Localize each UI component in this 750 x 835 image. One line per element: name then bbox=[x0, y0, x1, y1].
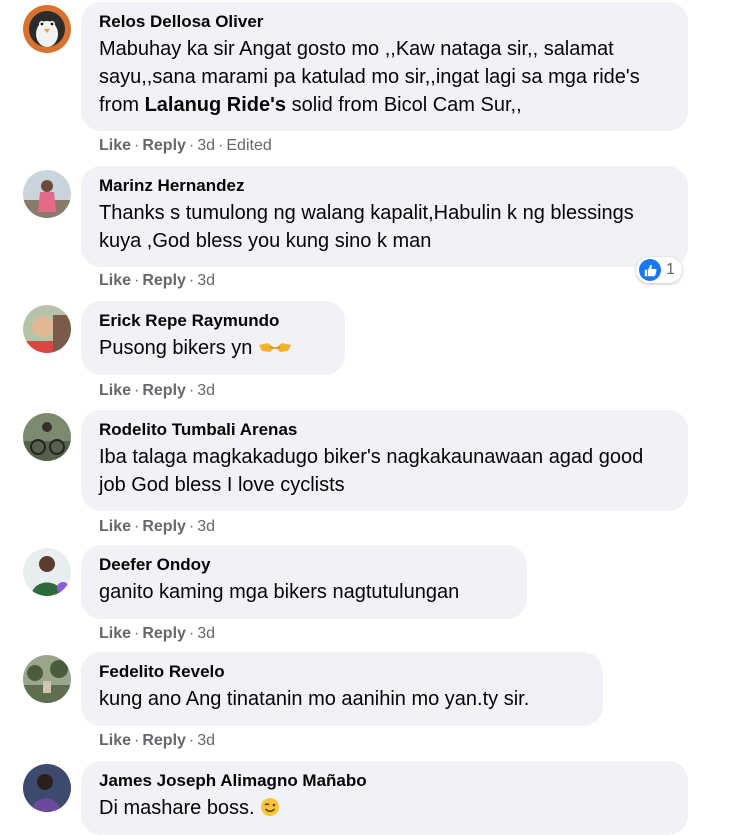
comment-bubble: Relos Dellosa Oliver Mabuhay ka sir Anga… bbox=[81, 2, 688, 131]
reaction-count: 1 bbox=[666, 261, 675, 278]
comment-actions: Like · Reply · 3d · Edited bbox=[99, 137, 272, 154]
avatar[interactable] bbox=[23, 170, 71, 218]
like-button[interactable]: Like bbox=[99, 625, 131, 642]
mentioned-page[interactable]: Lalanug Ride's bbox=[145, 94, 286, 116]
comment-text: Iba talaga magkakadugo biker's nagkakaun… bbox=[99, 446, 644, 496]
avatar[interactable] bbox=[23, 305, 71, 353]
comment-author[interactable]: Rodelito Tumbali Arenas bbox=[99, 420, 670, 440]
comment-author[interactable]: Deefer Ondoy bbox=[99, 555, 509, 575]
reaction-summary[interactable]: 1 bbox=[636, 257, 682, 283]
reply-button[interactable]: Reply bbox=[142, 518, 186, 535]
like-button[interactable]: Like bbox=[99, 272, 131, 289]
comment-bubble: Fedelito Revelo kung ano Ang tinatanin m… bbox=[81, 652, 603, 726]
comment-bubble: Marinz Hernandez Thanks s tumulong ng wa… bbox=[81, 166, 688, 267]
comment-author[interactable]: James Joseph Alimagno Mañabo bbox=[99, 771, 670, 791]
timestamp[interactable]: 3d bbox=[197, 137, 215, 154]
comment-author[interactable]: Marinz Hernandez bbox=[99, 176, 670, 196]
avatar[interactable] bbox=[23, 548, 71, 596]
like-button[interactable]: Like bbox=[99, 137, 131, 154]
comment-author[interactable]: Erick Repe Raymundo bbox=[99, 311, 327, 331]
comment-bubble: Rodelito Tumbali Arenas Iba talaga magka… bbox=[81, 410, 688, 511]
comment-bubble: James Joseph Alimagno Mañabo Di mashare … bbox=[81, 761, 688, 835]
comment-author[interactable]: Relos Dellosa Oliver bbox=[99, 12, 670, 32]
comment-text: Thanks s tumulong ng walang kapalit,Habu… bbox=[99, 202, 634, 252]
reply-button[interactable]: Reply bbox=[142, 137, 186, 154]
timestamp[interactable]: 3d bbox=[197, 272, 215, 289]
reply-button[interactable]: Reply bbox=[142, 732, 186, 749]
avatar[interactable] bbox=[23, 655, 71, 703]
reply-button[interactable]: Reply bbox=[142, 382, 186, 399]
timestamp[interactable]: 3d bbox=[197, 382, 215, 399]
reply-button[interactable]: Reply bbox=[142, 625, 186, 642]
timestamp[interactable]: 3d bbox=[197, 732, 215, 749]
comment-text: Di mashare boss. bbox=[99, 794, 670, 825]
comment-text: ganito kaming mga bikers nagtutulungan bbox=[99, 581, 460, 603]
avatar[interactable] bbox=[23, 764, 71, 812]
comment-actions: Like · Reply · 3d bbox=[99, 382, 216, 399]
comment-bubble: Erick Repe Raymundo Pusong bikers yn bbox=[81, 301, 345, 375]
comment-actions: Like · Reply · 3d bbox=[99, 518, 216, 535]
like-button[interactable]: Like bbox=[99, 518, 131, 535]
avatar[interactable] bbox=[23, 413, 71, 461]
comment-actions: Like · Reply · 3d bbox=[99, 625, 216, 642]
comment-actions: Like · Reply · 3d bbox=[99, 732, 216, 749]
comment-text: kung ano Ang tinatanin mo aanihin mo yan… bbox=[99, 688, 530, 710]
reply-button[interactable]: Reply bbox=[142, 272, 186, 289]
timestamp[interactable]: 3d bbox=[197, 625, 215, 642]
like-button[interactable]: Like bbox=[99, 732, 131, 749]
comment-actions: Like · Reply · 3d bbox=[99, 272, 216, 289]
comment-author[interactable]: Fedelito Revelo bbox=[99, 662, 585, 682]
timestamp[interactable]: 3d bbox=[197, 518, 215, 535]
edited-label[interactable]: Edited bbox=[226, 137, 271, 154]
comment-text: Pusong bikers yn bbox=[99, 334, 327, 365]
like-button[interactable]: Like bbox=[99, 382, 131, 399]
smile-emoji-icon bbox=[260, 797, 280, 825]
comment-bubble: Deefer Ondoy ganito kaming mga bikers na… bbox=[81, 545, 527, 619]
comment-text: Mabuhay ka sir Angat gosto mo ,,Kaw nata… bbox=[99, 38, 640, 116]
handshake-emoji-icon bbox=[258, 337, 292, 365]
thumbs-up-icon bbox=[639, 259, 661, 281]
avatar[interactable] bbox=[23, 5, 71, 53]
